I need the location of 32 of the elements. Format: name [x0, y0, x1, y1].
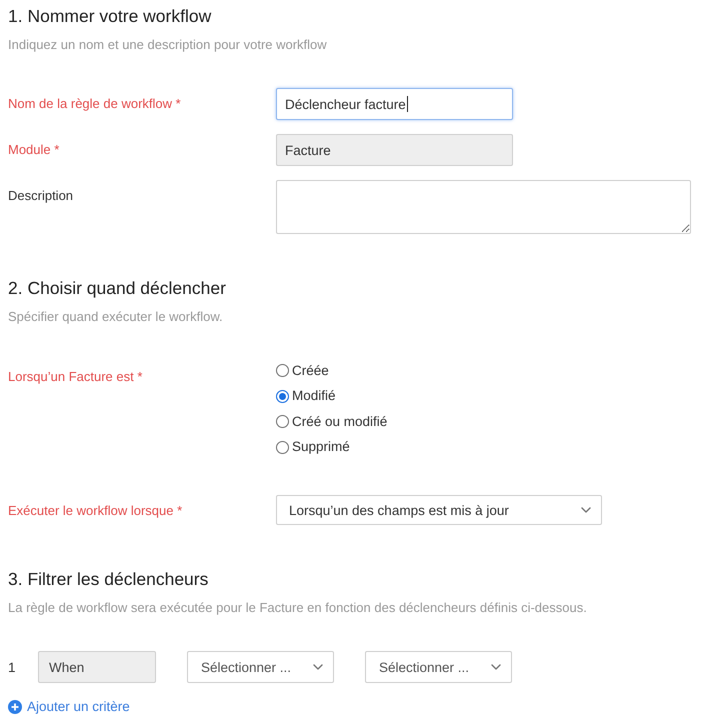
- radio-button[interactable]: [276, 390, 289, 403]
- radio-button[interactable]: [276, 364, 289, 378]
- radio-button[interactable]: [276, 440, 289, 454]
- field-label: Description: [8, 187, 74, 204]
- section-heading: 3. Filtrer les déclencheurs: [8, 569, 210, 589]
- field-label: Module *: [8, 141, 60, 158]
- text-field[interactable]: Déclencheur facture: [276, 88, 513, 120]
- dropdown[interactable]: Sélectionner ...: [187, 651, 334, 683]
- field-label: Lorsqu’un Facture est *: [8, 368, 142, 385]
- section-description: Spécifier quand exécuter le workflow.: [8, 309, 224, 325]
- chevron-down-icon: [491, 664, 501, 670]
- plus-circle-icon: [8, 700, 22, 714]
- section-description: Indiquez un nom et une description pour votre workflow: [8, 37, 328, 53]
- radio-label[interactable]: Créé ou modifié: [292, 414, 388, 430]
- row-number: 1: [8, 660, 17, 674]
- textarea-field[interactable]: [276, 180, 691, 234]
- chevron-down-icon: [313, 664, 323, 670]
- section-heading: 2. Choisir quand déclencher: [8, 278, 227, 298]
- radio-label[interactable]: Modifié: [292, 388, 336, 404]
- text-cursor-icon: [406, 96, 408, 112]
- add-criterion-link[interactable]: Ajouter un critère: [8, 699, 130, 715]
- dropdown[interactable]: Sélectionner ...: [365, 651, 512, 683]
- radio-label[interactable]: Supprimé: [292, 439, 350, 456]
- radio-button[interactable]: [276, 415, 289, 428]
- field-label: Nom de la règle de workflow *: [8, 95, 181, 112]
- dropdown[interactable]: Lorsqu’un des champs est mis à jour: [276, 495, 602, 525]
- condition-field: When: [38, 651, 156, 683]
- radio-label[interactable]: Créée: [292, 362, 329, 379]
- section-heading: 1. Nommer votre workflow: [8, 6, 212, 26]
- field-label: Exécuter le workflow lorsque *: [8, 502, 182, 519]
- section-description: La règle de workflow sera exécutée pour le Facture en fonction des déclencheurs définis ci-dessous.: [8, 600, 588, 616]
- chevron-down-icon: [581, 507, 591, 513]
